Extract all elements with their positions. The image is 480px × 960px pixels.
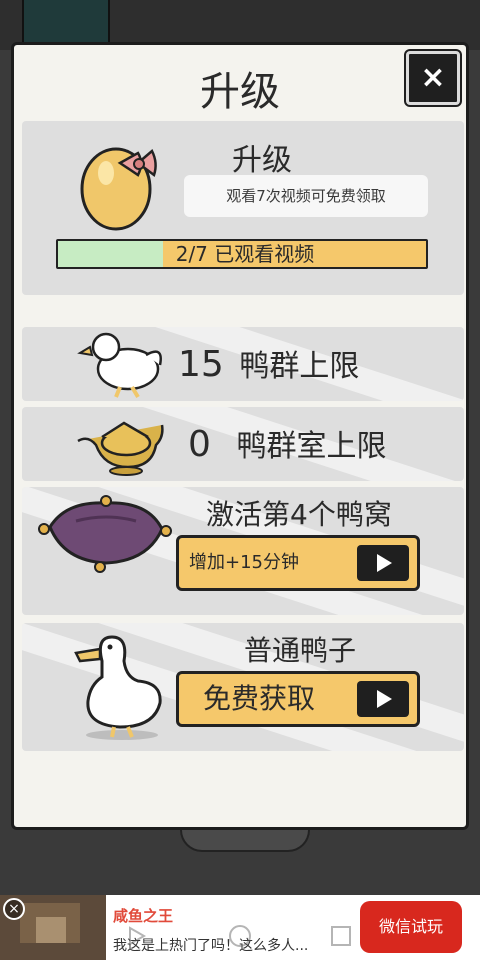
- play-video-icon: [357, 681, 409, 717]
- close-button[interactable]: ×: [406, 51, 460, 105]
- duck-house-limit-row: 0 鸭群室上限: [22, 407, 464, 481]
- nest-row: 激活第4个鸭窝 增加+15分钟: [22, 487, 464, 615]
- purple-cushion-icon: [38, 495, 172, 573]
- upgrade-dialog: 升级 × 升级 观看7次视频可免费领取 2/7 已观看视频 15 鸭群上限 0 …: [11, 42, 469, 830]
- ad-try-button[interactable]: 微信试玩: [360, 901, 462, 953]
- get-free-duck-button[interactable]: 免费获取: [176, 671, 420, 727]
- upgrade-label: 升级: [232, 143, 292, 178]
- duck-limit-label: 鸭群上限: [239, 349, 360, 384]
- ad-close-icon[interactable]: ×: [3, 898, 25, 920]
- ad-title: 咸鱼之王: [113, 907, 174, 925]
- upgrade-panel: 升级 观看7次视频可免费领取 2/7 已观看视频: [22, 121, 464, 295]
- duck-title: 普通鸭子: [244, 634, 357, 667]
- thumb-block: [36, 917, 66, 943]
- extend-button-label: 增加+15分钟: [189, 552, 299, 573]
- duck-limit-number: 15: [178, 344, 224, 385]
- background-pit: [180, 830, 310, 852]
- duck-house-limit-label: 鸭群室上限: [236, 429, 387, 464]
- ad-description: 我这是上热门了吗！这么多人...: [113, 938, 309, 954]
- play-video-icon: [357, 545, 409, 581]
- free-button-label: 免费获取: [203, 682, 316, 715]
- running-duck-icon: [77, 332, 162, 399]
- watch-hint-box: 观看7次视频可免费领取: [184, 175, 428, 217]
- egg-icon: [80, 147, 157, 231]
- ad-banner[interactable]: × 咸鱼之王 我这是上热门了吗！这么多人... 微信试玩: [0, 895, 480, 960]
- game-background-bottom: [0, 830, 480, 895]
- white-duck-icon: [74, 635, 162, 740]
- progress-text: 2/7 已观看视频: [175, 242, 315, 266]
- duck-house-limit-number: 0: [188, 424, 211, 465]
- background-building: [22, 0, 110, 46]
- duck-limit-row: 15 鸭群上限: [22, 327, 464, 401]
- video-progress-bar: 2/7 已观看视频: [56, 239, 428, 269]
- golden-lamp-icon: [77, 421, 164, 476]
- common-duck-row: 普通鸭子 免费获取: [22, 623, 464, 751]
- nest-title: 激活第4个鸭窝: [206, 498, 392, 531]
- extend-15-minutes-button[interactable]: 增加+15分钟: [176, 535, 420, 591]
- dialog-title: 升级: [200, 69, 280, 115]
